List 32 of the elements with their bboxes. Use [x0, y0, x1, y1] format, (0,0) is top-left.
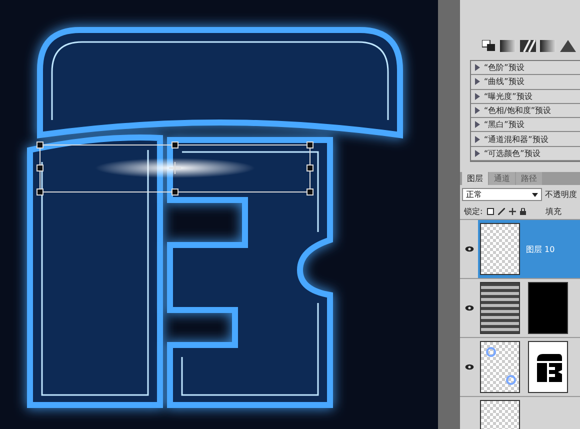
layer-name: 图层 10: [526, 244, 555, 255]
layer-mask-thumbnail: [528, 282, 568, 334]
blend-mode-dropdown[interactable]: 正常: [462, 188, 542, 202]
layer-mask-thumbnail: [528, 341, 568, 394]
lock-icon[interactable]: [520, 208, 526, 216]
layer-thumbnail: [480, 341, 520, 394]
eye-icon[interactable]: [464, 305, 474, 312]
gradient-icon[interactable]: [500, 40, 516, 52]
triangle-icon[interactable]: [560, 40, 576, 52]
preset-item[interactable]: “曲线”预设: [471, 75, 580, 90]
dropdown-arrow-icon[interactable]: [532, 192, 538, 197]
lock-transparent-icon[interactable]: [486, 208, 494, 216]
layer-mask-icon[interactable]: [482, 40, 496, 52]
stripe-icon[interactable]: [520, 40, 536, 52]
fill-label: 填充: [546, 206, 562, 218]
layer-thumbnail: [480, 282, 520, 334]
preset-item[interactable]: “曝光度”预设: [471, 90, 580, 104]
eye-icon[interactable]: [464, 364, 474, 370]
brush-icon[interactable]: [498, 208, 505, 216]
layer-thumbnail: [480, 223, 520, 276]
eye-icon[interactable]: [464, 246, 474, 252]
transform-box[interactable]: [36, 142, 314, 196]
preset-item[interactable]: “色相/饱和度”预设: [471, 104, 580, 118]
lock-label: 锁定:: [464, 206, 483, 218]
preset-item[interactable]: “黑白”预设: [471, 118, 580, 132]
move-icon[interactable]: [508, 208, 516, 216]
panel-tab[interactable]: 图层: [462, 172, 488, 186]
preset-item[interactable]: “可选颜色”预设: [471, 146, 580, 162]
opacity-label: 不透明度: [545, 189, 577, 200]
preset-item[interactable]: “通道混和器”预设: [471, 132, 580, 147]
gradient-fill-icon[interactable]: [540, 40, 556, 52]
preset-item[interactable]: “色阶”预设: [471, 61, 580, 76]
